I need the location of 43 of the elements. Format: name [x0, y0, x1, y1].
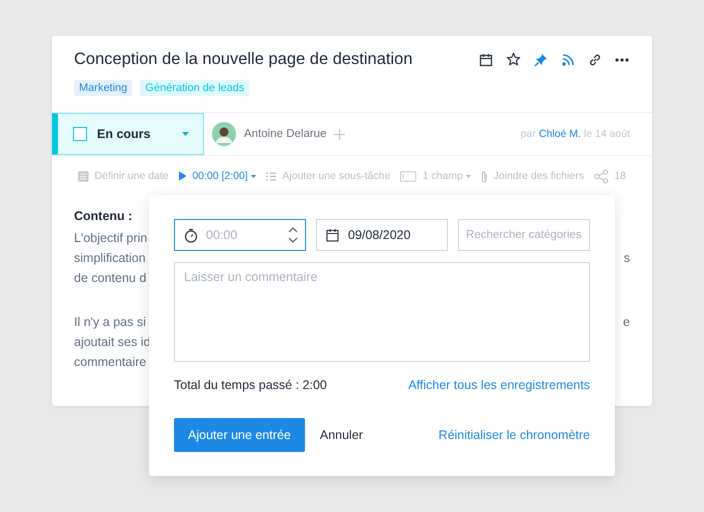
assignee-name: Antoine Delarue: [244, 128, 326, 140]
time-field[interactable]: 00:00: [174, 219, 306, 251]
field-icon: [400, 170, 417, 182]
link-icon[interactable]: [588, 52, 602, 66]
byline-date: le 14 août: [584, 128, 630, 140]
content-text: commentaire: [74, 354, 146, 371]
total-time: Total du temps passé : 2:00: [174, 378, 327, 392]
avatar: [212, 122, 236, 146]
share-icon: [594, 168, 608, 184]
tag[interactable]: Marketing: [74, 80, 132, 96]
star-icon[interactable]: [506, 52, 521, 67]
more-icon[interactable]: [615, 58, 629, 62]
show-all-link[interactable]: Afficher tous les enregistrements: [408, 378, 590, 392]
content-text: s: [624, 250, 630, 267]
category-search-field[interactable]: Rechercher catégories: [458, 219, 590, 251]
caret-icon: [182, 132, 189, 136]
byline-prefix: par: [520, 128, 536, 140]
task-title: Conception de la nouvelle page de destination: [74, 50, 413, 69]
content-text: L'objectif prin: [74, 230, 148, 247]
content-text: e: [623, 314, 630, 331]
author-link[interactable]: Chloé M.: [538, 128, 581, 140]
comment-field[interactable]: Laisser un commentaire: [174, 262, 590, 362]
stepper-icon[interactable]: [288, 227, 298, 243]
content-heading: Contenu :: [74, 209, 132, 223]
stopwatch-icon: [184, 228, 198, 243]
feed-icon[interactable]: [561, 52, 575, 66]
paperclip-icon: [480, 170, 488, 182]
content-text: Il n'y a pas si: [74, 314, 146, 331]
content-text: de contenu d: [74, 270, 146, 287]
cancel-button[interactable]: Annuler: [310, 418, 372, 452]
timer-button[interactable]: 00:00 [2:00]: [192, 170, 256, 182]
status-dropdown[interactable]: En cours: [52, 113, 204, 155]
content-text: simplification: [74, 250, 146, 267]
reset-timer-link[interactable]: Réinitialiser le chronomètre: [438, 428, 590, 442]
caret-icon[interactable]: [250, 174, 256, 178]
add-entry-button[interactable]: Ajouter une entrée: [174, 418, 305, 452]
caret-icon[interactable]: [466, 174, 471, 178]
pin-icon[interactable]: [534, 52, 548, 66]
date-field[interactable]: 09/08/2020: [316, 219, 448, 251]
share-count: 18: [614, 170, 626, 182]
status-checkbox[interactable]: [73, 127, 87, 141]
play-icon: [178, 171, 186, 181]
list-icon: [266, 172, 276, 180]
